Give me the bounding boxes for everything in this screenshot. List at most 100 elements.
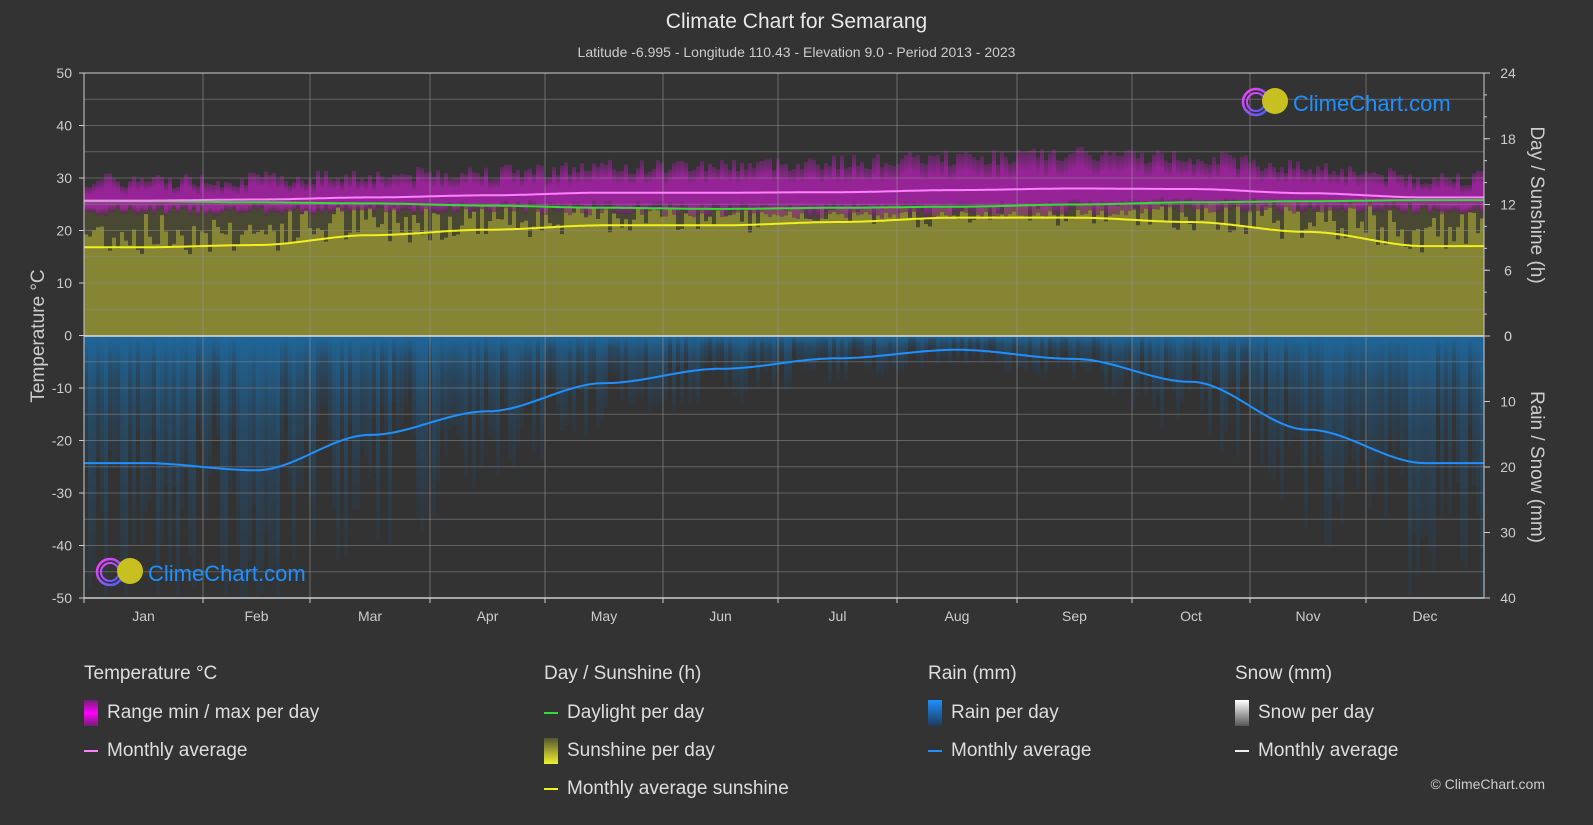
- temp-range-bar: [568, 174, 572, 216]
- temp-range-bar: [1424, 183, 1428, 208]
- temp-range-bar: [880, 167, 884, 219]
- right-top-axis-title: Day / Sunshine (h): [1526, 126, 1547, 283]
- watermark-text-top: ClimeChart.com: [1293, 91, 1451, 116]
- left-tick-label: 0: [64, 328, 72, 344]
- temp-range-bar: [1188, 158, 1192, 207]
- sunshine-bar: [1456, 227, 1460, 336]
- watermark-text-bottom: ClimeChart.com: [148, 561, 306, 586]
- rain-bar: [520, 336, 524, 428]
- month-label: May: [591, 608, 617, 624]
- rain-bar: [284, 336, 288, 418]
- rain-bar: [212, 336, 216, 416]
- temp-range-bar: [948, 165, 952, 219]
- sunshine-bar: [1280, 238, 1284, 336]
- sunshine-bar: [296, 237, 300, 336]
- rain-bar: [600, 336, 604, 421]
- temp-range-bar: [808, 158, 812, 220]
- left-tick-label: -50: [52, 590, 72, 606]
- temp-range-bar: [300, 180, 304, 215]
- rain-bar: [596, 336, 600, 427]
- temp-range-bar: [188, 176, 192, 215]
- temp-range-bar: [516, 169, 520, 209]
- legend-item-sunshine-avg: Monthly average sunshine: [544, 777, 789, 801]
- rain-bar: [1452, 336, 1456, 414]
- temp-range-bar: [1272, 167, 1276, 206]
- rain-bar: [1464, 336, 1468, 571]
- rain-bar: [564, 336, 568, 427]
- sunshine-bar: [1464, 243, 1468, 336]
- sunshine-bar: [112, 237, 116, 336]
- sunshine-bar: [796, 208, 800, 336]
- rain-bar: [1224, 336, 1228, 433]
- sunshine-bar: [944, 206, 948, 336]
- temp-range-bar: [1360, 174, 1364, 213]
- sunshine-bar: [704, 221, 708, 336]
- sunshine-bar: [1096, 204, 1100, 336]
- temp-range-bar: [800, 169, 804, 214]
- sunshine-bar: [672, 208, 676, 336]
- rain-bar: [388, 336, 392, 547]
- rain-bar: [1372, 336, 1376, 494]
- sunshine-bar: [980, 208, 984, 336]
- rain-bar: [144, 336, 148, 514]
- rain-bar: [1092, 336, 1096, 353]
- temp-range-bar: [500, 167, 504, 210]
- rain-bar: [440, 336, 444, 430]
- rain-bar: [104, 336, 108, 598]
- sunshine-bar: [396, 222, 400, 336]
- sunshine-bar: [1164, 221, 1168, 336]
- rain-bar: [752, 336, 756, 363]
- sunshine-bar: [1136, 225, 1140, 336]
- temp-range-bar: [1088, 154, 1092, 211]
- sunshine-bar: [1332, 220, 1336, 336]
- temp-range-bar: [112, 177, 116, 212]
- rain-bar: [456, 336, 460, 436]
- sunshine-bar: [560, 234, 564, 336]
- rain-bar: [196, 336, 200, 419]
- rain-bar: [692, 336, 696, 392]
- temp-range-bar: [1280, 167, 1284, 214]
- rain-bar: [336, 336, 340, 560]
- temp-avg-swatch: [84, 750, 98, 752]
- rain-bar: [684, 336, 688, 363]
- rain-bar: [460, 336, 464, 448]
- rain-bar: [220, 336, 224, 577]
- rain-bar: [1404, 336, 1408, 457]
- sunshine-bar: [640, 208, 644, 336]
- legend-label: Snow per day: [1258, 702, 1375, 723]
- rain-bar: [344, 336, 348, 557]
- rain-bar: [976, 336, 980, 350]
- sunshine-bar: [360, 203, 364, 336]
- month-label: Aug: [945, 608, 970, 624]
- sunshine-bar: [1052, 214, 1056, 336]
- temp-range-bar: [740, 162, 744, 211]
- temp-range-bar: [736, 171, 740, 213]
- sunshine-bar: [612, 213, 616, 336]
- temp-range-bar: [260, 176, 264, 209]
- sunshine-bar: [204, 233, 208, 336]
- sunshine-bar: [1072, 217, 1076, 336]
- rain-bar: [452, 336, 456, 427]
- rain-bar: [1336, 336, 1340, 502]
- rain-bar: [272, 336, 276, 568]
- temp-range-bar: [712, 167, 716, 211]
- rain-bar: [148, 336, 152, 502]
- sunshine-avg-swatch: [544, 788, 558, 790]
- sunshine-bar: [772, 208, 776, 336]
- temp-range-bar: [824, 163, 828, 213]
- rain-bar: [204, 336, 208, 518]
- sunshine-bar: [1064, 221, 1068, 336]
- rain-bar: [656, 336, 660, 408]
- rain-bar: [360, 336, 364, 450]
- sunshine-bar: [884, 207, 888, 336]
- sunshine-bar: [392, 207, 396, 336]
- sunshine-bar: [1228, 232, 1232, 336]
- rain-bar: [576, 336, 580, 381]
- sunshine-bar: [448, 216, 452, 336]
- sunshine-bar: [192, 226, 196, 336]
- rain-bar: [1240, 336, 1244, 382]
- sunshine-bar: [500, 219, 504, 336]
- rain-bar: [400, 336, 404, 426]
- rain-bar: [1076, 336, 1080, 359]
- rain-bar: [892, 336, 896, 370]
